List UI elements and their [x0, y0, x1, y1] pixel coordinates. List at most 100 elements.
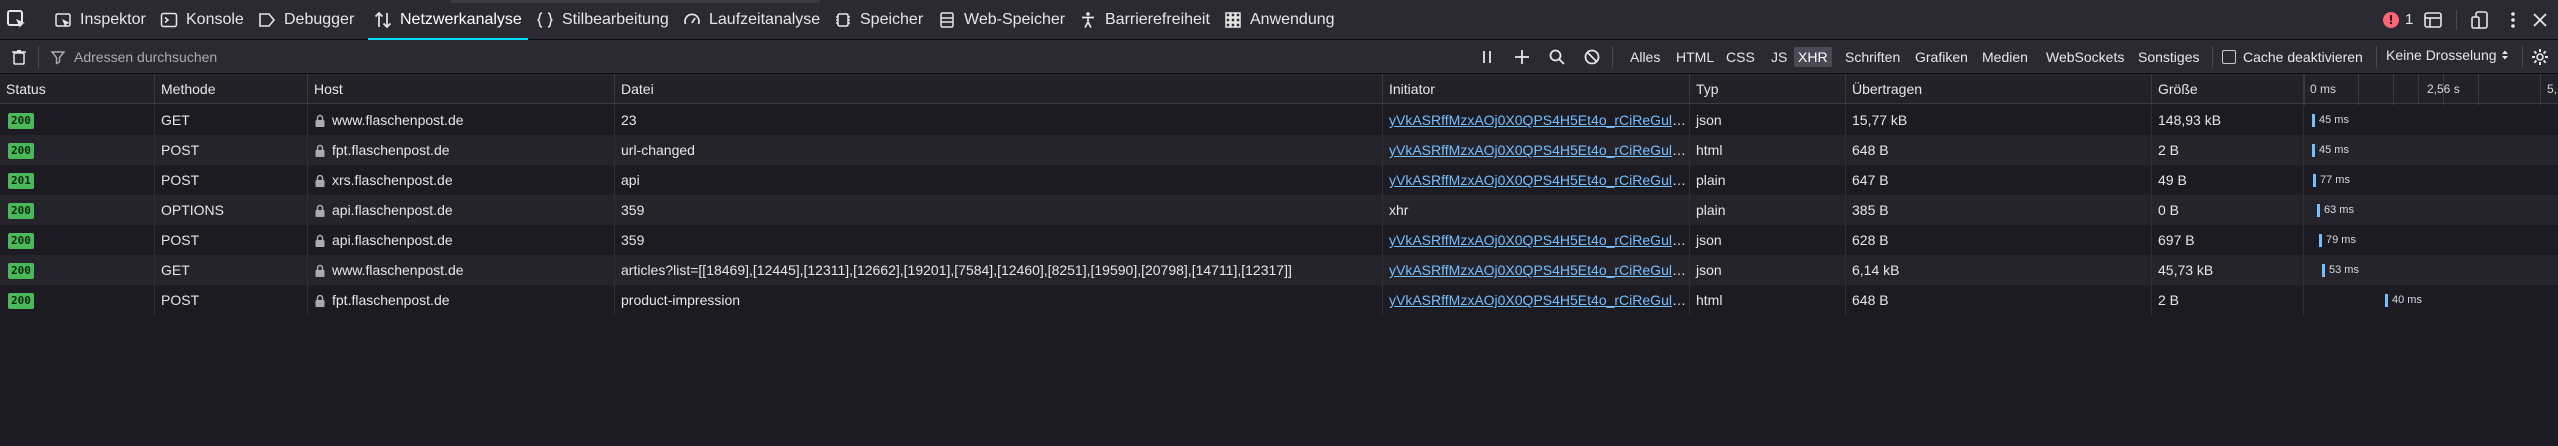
tab-inspektor[interactable]: Inspektor	[54, 0, 146, 40]
cell-transferred: 6,14 kB	[1846, 255, 2152, 285]
cell-initiator[interactable]: yVkASRffMzxAOj0X0QPS4H5Et4o_rCiReGuldN..…	[1383, 285, 1690, 315]
table-row[interactable]: 200 POST fpt.flaschenpost.de product-impres…	[0, 285, 2558, 315]
disable-cache-checkbox[interactable]: Cache deaktivieren	[2222, 48, 2363, 66]
column-header-6[interactable]: Übertragen	[1846, 74, 2152, 104]
cell-host: fpt.flaschenpost.de	[308, 285, 615, 315]
column-header-5[interactable]: Typ	[1690, 74, 1846, 104]
block-icon[interactable]	[1583, 48, 1601, 66]
cell-transferred: 385 B	[1846, 195, 2152, 225]
waterfall-bar[interactable]	[2385, 294, 2388, 307]
tab-speicher[interactable]: Speicher	[834, 0, 923, 40]
table-row[interactable]: 200 GET www.flaschenpost.de 23 yVkASRffMzxAO…	[0, 105, 2558, 135]
tab-label: Web-Speicher	[964, 11, 1066, 28]
waterfall-bar[interactable]	[2312, 114, 2315, 127]
filter-type-grafiken[interactable]: Grafiken	[1911, 47, 1972, 67]
table-row[interactable]: 200 POST api.flaschenpost.de 359 yVkASRffMzx…	[0, 225, 2558, 255]
responsive-design-icon[interactable]	[2470, 10, 2490, 30]
url-filter-input[interactable]: Adressen durchsuchen	[50, 44, 1450, 70]
cell-initiator[interactable]: yVkASRffMzxAOj0X0QPS4H5Et4o_rCiReGuldN..…	[1383, 255, 1690, 285]
table-row[interactable]: 200 GET www.flaschenpost.de articles?list=[…	[0, 255, 2558, 285]
cell-size: 148,93 kB	[2152, 105, 2304, 135]
tab-barrierefreiheit[interactable]: Barrierefreiheit	[1079, 0, 1210, 40]
filter-type-js[interactable]: JS	[1767, 47, 1791, 67]
element-picker-icon[interactable]	[6, 9, 28, 31]
initiator-text[interactable]: yVkASRffMzxAOj0X0QPS4H5Et4o_rCiReGuldN..…	[1389, 142, 1689, 158]
column-header-1[interactable]: Methode	[155, 74, 308, 104]
waterfall-duration: 77 ms	[2320, 174, 2350, 186]
lock-icon	[315, 145, 325, 158]
cell-size: 2 B	[2152, 135, 2304, 165]
cell-status: 200	[0, 195, 155, 225]
filter-type-alles[interactable]: Alles	[1626, 47, 1664, 67]
waterfall-bar[interactable]	[2317, 204, 2320, 217]
lock-icon	[315, 205, 325, 218]
column-header-3[interactable]: Datei	[615, 74, 1383, 104]
cell-host: xrs.flaschenpost.de	[308, 165, 615, 195]
initiator-text[interactable]: yVkASRffMzxAOj0X0QPS4H5Et4o_rCiReGuldN..…	[1389, 292, 1689, 308]
initiator-text[interactable]: yVkASRffMzxAOj0X0QPS4H5Et4o_rCiReGuldN..…	[1389, 112, 1689, 128]
close-icon[interactable]	[2530, 10, 2550, 30]
waterfall-bar[interactable]	[2322, 264, 2325, 277]
status-badge: 200	[8, 293, 34, 310]
cell-initiator[interactable]: yVkASRffMzxAOj0X0QPS4H5Et4o_rCiReGuldN..…	[1383, 135, 1690, 165]
network-filter-bar: Adressen durchsuchen Alles HTML CSS JS XHR Sc…	[0, 40, 2558, 74]
cell-host: www.flaschenpost.de	[308, 255, 615, 285]
filter-type-xhr[interactable]: XHR	[1794, 47, 1832, 67]
cell-transferred: 648 B	[1846, 135, 2152, 165]
initiator-text[interactable]: yVkASRffMzxAOj0X0QPS4H5Et4o_rCiReGuldN..…	[1389, 262, 1689, 278]
cell-file: api	[615, 165, 1383, 195]
column-header-4[interactable]: Initiator	[1383, 74, 1690, 104]
cell-transferred: 647 B	[1846, 165, 2152, 195]
tab-laufzeitanalyse[interactable]: Laufzeitanalyse	[683, 0, 820, 40]
waterfall-bar[interactable]	[2312, 144, 2315, 157]
column-header-2[interactable]: Host	[308, 74, 615, 104]
add-request-icon[interactable]	[1513, 48, 1531, 66]
waterfall-bar[interactable]	[2313, 174, 2316, 187]
filter-type-medien[interactable]: Medien	[1978, 47, 2032, 67]
filter-type-html[interactable]: HTML	[1672, 47, 1718, 67]
throttling-select[interactable]: Keine Drosselung	[2386, 47, 2509, 63]
tab-web-speicher[interactable]: Web-Speicher	[938, 0, 1065, 40]
column-header-7[interactable]: Größe	[2152, 74, 2304, 104]
tab-anwendung[interactable]: Anwendung	[1224, 0, 1335, 40]
more-options-icon[interactable]	[2503, 10, 2523, 30]
filter-type-websockets[interactable]: WebSockets	[2042, 47, 2128, 67]
tab-debugger[interactable]: Debugger	[258, 0, 354, 40]
error-counter[interactable]: ! 1	[2383, 11, 2413, 28]
filter-type-css[interactable]: CSS	[1722, 47, 1759, 67]
tab-netzwerkanalyse[interactable]: Netzwerkanalyse	[368, 0, 528, 40]
request-table-header: Status Methode Host Datei Initiator Typ Übertr…	[0, 74, 2558, 104]
cell-initiator[interactable]: yVkASRffMzxAOj0X0QPS4H5Et4o_rCiReGuldN..…	[1383, 165, 1690, 195]
waterfall-duration: 63 ms	[2324, 204, 2354, 216]
cell-size: 45,73 kB	[2152, 255, 2304, 285]
tab-stilbearbeitung[interactable]: Stilbearbeitung	[536, 0, 669, 40]
lock-icon	[315, 115, 325, 128]
filter-type-sonstiges[interactable]: Sonstiges	[2134, 47, 2203, 67]
error-count: 1	[2405, 11, 2414, 28]
cell-file: url-changed	[615, 135, 1383, 165]
table-row[interactable]: 200 OPTIONS api.flaschenpost.de 359 xhr plain…	[0, 195, 2558, 225]
search-icon[interactable]	[1548, 48, 1566, 66]
waterfall-duration: 45 ms	[2319, 144, 2349, 156]
waterfall-bar[interactable]	[2319, 234, 2322, 247]
initiator-text[interactable]: yVkASRffMzxAOj0X0QPS4H5Et4o_rCiReGuldN..…	[1389, 172, 1689, 188]
filter-icon	[50, 51, 66, 65]
column-header-0[interactable]: Status	[0, 74, 155, 104]
cell-status: 200	[0, 135, 155, 165]
table-row[interactable]: 201 POST xrs.flaschenpost.de api yVkASRffMzx…	[0, 165, 2558, 195]
cell-initiator[interactable]: yVkASRffMzxAOj0X0QPS4H5Et4o_rCiReGuldN..…	[1383, 225, 1690, 255]
checkbox-box[interactable]	[2222, 50, 2236, 64]
tab-konsole[interactable]: Konsole	[160, 0, 244, 40]
updown-icon	[2501, 50, 2508, 60]
cell-initiator[interactable]: yVkASRffMzxAOj0X0QPS4H5Et4o_rCiReGuldN..…	[1383, 105, 1690, 135]
initiator-text[interactable]: yVkASRffMzxAOj0X0QPS4H5Et4o_rCiReGuldN..…	[1389, 232, 1689, 248]
filter-type-schriften[interactable]: Schriften	[1841, 47, 1904, 67]
settings-gear-icon[interactable]	[2531, 48, 2549, 66]
host-text: www.flaschenpost.de	[332, 112, 464, 128]
split-console-icon[interactable]	[2423, 10, 2443, 30]
trash-icon[interactable]	[10, 48, 28, 66]
table-row[interactable]: 200 POST fpt.flaschenpost.de url-changed yVk…	[0, 135, 2558, 165]
cell-method: POST	[155, 165, 308, 195]
pause-icon[interactable]	[1478, 48, 1496, 66]
tab-label: Anwendung	[1250, 11, 1335, 28]
